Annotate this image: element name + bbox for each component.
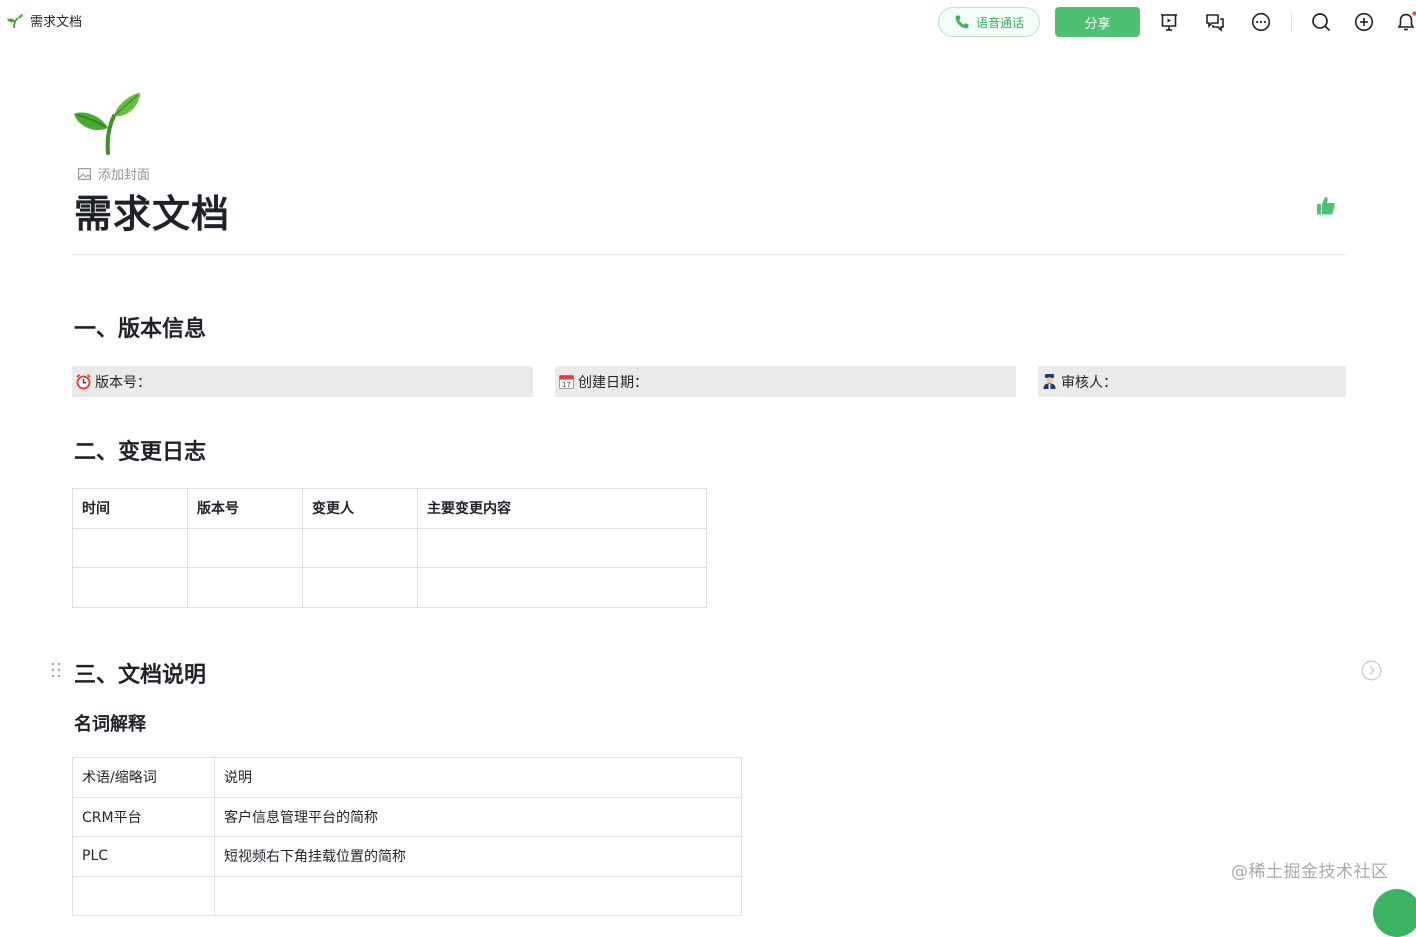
- column-header-version[interactable]: 版本号: [187, 488, 303, 529]
- more-options-icon[interactable]: [1250, 11, 1272, 33]
- table-cell[interactable]: 说明: [214, 757, 742, 798]
- column-header-main-changes[interactable]: 主要变更内容: [417, 488, 707, 529]
- table-cell[interactable]: [187, 567, 303, 608]
- version-number-field[interactable]: 版本号：: [72, 366, 533, 397]
- seedling-emoji-icon[interactable]: [72, 90, 142, 156]
- table-cell[interactable]: [72, 527, 188, 568]
- table-cell[interactable]: [72, 875, 215, 916]
- search-icon[interactable]: [1310, 11, 1332, 33]
- table-row: [72, 567, 707, 608]
- calendar-icon: 17: [559, 375, 574, 389]
- drag-handle-icon[interactable]: [50, 661, 62, 679]
- reviewer-field[interactable]: 审核人：: [1038, 366, 1346, 397]
- creation-date-field[interactable]: 17 创建日期：: [555, 366, 1016, 397]
- phone-icon: [955, 15, 969, 29]
- document-tab[interactable]: 需求文档: [6, 11, 82, 30]
- section-heading-doc-notes[interactable]: 三、文档说明: [74, 657, 206, 689]
- table-cell[interactable]: [72, 567, 188, 608]
- table-cell[interactable]: 短视频右下角挂载位置的简称: [214, 836, 742, 877]
- alarm-clock-icon: [76, 374, 91, 390]
- top-toolbar: 需求文档 语音通话 分享: [0, 0, 1416, 44]
- table-cell[interactable]: CRM平台: [72, 796, 215, 837]
- section-heading-change-log[interactable]: 二、变更日志: [74, 434, 206, 466]
- image-icon: [78, 167, 91, 180]
- voice-call-label: 语音通话: [975, 15, 1024, 30]
- table-cell[interactable]: [302, 567, 418, 608]
- toolbar-divider: [1291, 13, 1292, 31]
- add-icon[interactable]: [1353, 11, 1375, 33]
- table-cell[interactable]: [417, 567, 707, 608]
- table-row: 术语/缩略词 说明: [72, 757, 742, 798]
- table-cell[interactable]: [187, 527, 303, 568]
- share-button[interactable]: 分享: [1055, 7, 1140, 37]
- chevron-right-icon[interactable]: [1361, 660, 1382, 681]
- column-header-changer[interactable]: 变更人: [302, 488, 418, 529]
- help-floating-button[interactable]: [1373, 889, 1416, 937]
- table-cell[interactable]: PLC: [72, 836, 215, 877]
- table-cell[interactable]: [417, 527, 707, 568]
- table-row: PLC 短视频右下角挂载位置的简称: [72, 836, 742, 877]
- page-title[interactable]: 需求文档: [74, 183, 230, 238]
- add-cover-label: 添加封面: [98, 168, 151, 183]
- reviewer-icon: [1043, 374, 1056, 389]
- notification-bell-icon[interactable]: [1395, 11, 1416, 33]
- seedling-icon: [7, 13, 23, 28]
- title-divider: [72, 254, 1346, 255]
- table-cell[interactable]: 术语/缩略词: [72, 757, 215, 798]
- voice-call-button[interactable]: 语音通话: [938, 7, 1040, 37]
- table-row: CRM平台 客户信息管理平台的简称: [72, 796, 742, 837]
- presentation-icon[interactable]: [1158, 11, 1180, 33]
- like-icon[interactable]: [1314, 194, 1338, 218]
- watermark: @稀土掘金技术社区: [1231, 862, 1389, 882]
- svg-text:17: 17: [562, 381, 571, 389]
- subheading-glossary[interactable]: 名词解释: [74, 710, 146, 736]
- section-heading-version-info[interactable]: 一、版本信息: [74, 311, 206, 343]
- table-row: [72, 875, 742, 916]
- table-cell[interactable]: [214, 875, 742, 916]
- creation-date-label: 创建日期：: [578, 374, 648, 391]
- version-number-label: 版本号：: [95, 374, 151, 391]
- table-cell[interactable]: [302, 527, 418, 568]
- column-header-time[interactable]: 时间: [72, 488, 188, 529]
- document-tab-title: 需求文档: [30, 15, 83, 30]
- table-cell[interactable]: 客户信息管理平台的简称: [214, 796, 742, 837]
- reviewer-label: 审核人：: [1061, 374, 1117, 391]
- comments-icon[interactable]: [1204, 11, 1226, 33]
- table-header-row: 时间 版本号 变更人 主要变更内容: [72, 488, 707, 529]
- add-cover-button[interactable]: 添加封面: [78, 164, 150, 183]
- table-row: [72, 527, 707, 568]
- glossary-table: 术语/缩略词 说明 CRM平台 客户信息管理平台的简称 PLC 短视频右下角挂载…: [72, 757, 742, 916]
- change-log-table: 时间 版本号 变更人 主要变更内容: [72, 488, 707, 608]
